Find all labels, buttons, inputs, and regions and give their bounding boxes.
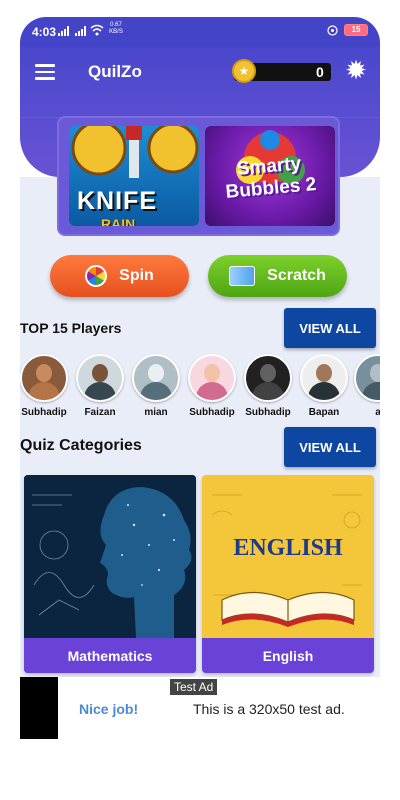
category-english[interactable]: ENGLISH English <box>202 475 374 673</box>
spin-button[interactable]: Spin <box>50 255 189 297</box>
player-name: mian <box>144 407 168 418</box>
status-time: 4:03 <box>32 25 57 39</box>
status-bar: 4:03 0.67 KB/S 15 <box>20 17 380 47</box>
signal-icon <box>58 25 86 36</box>
avatar <box>300 354 348 402</box>
wifi-icon <box>90 24 104 36</box>
player-name: Bapan <box>308 407 340 418</box>
english-art-text: ENGLISH <box>233 535 343 561</box>
category-label: English <box>202 638 374 673</box>
avatar <box>354 354 380 402</box>
ad-cta[interactable]: Nice job! <box>79 701 138 717</box>
avatar <box>20 354 68 402</box>
coin-value: 0 <box>316 64 324 80</box>
spin-label: Spin <box>119 267 154 284</box>
player-item[interactable]: a <box>350 354 380 418</box>
avatar <box>188 354 236 402</box>
player-name: Subhadip <box>21 407 67 418</box>
player-item[interactable]: Subhadip <box>184 354 240 418</box>
player-name: Subhadip <box>245 407 291 418</box>
category-label: Mathematics <box>24 638 196 673</box>
math-head-image <box>24 475 196 638</box>
app-title: QuilZo <box>88 62 142 81</box>
category-mathematics[interactable]: Mathematics <box>24 475 196 673</box>
avatar <box>132 354 180 402</box>
player-name: Subhadip <box>189 407 235 418</box>
coin-icon: ★ <box>232 59 256 83</box>
knife-subtitle: RAIN <box>101 216 136 226</box>
alarm-icon <box>327 24 338 36</box>
avatar <box>76 354 124 402</box>
player-name: Faizan <box>84 407 116 418</box>
player-item[interactable]: Subhadip <box>240 354 296 418</box>
top-players-title: TOP 15 Players <box>20 320 122 336</box>
ad-image <box>20 677 58 739</box>
battery-icon: 15 <box>344 24 368 36</box>
quiz-categories-title: Quiz Categories <box>20 437 142 454</box>
scratch-label: Scratch <box>267 267 326 284</box>
player-item[interactable]: mian <box>128 354 184 418</box>
view-all-categories-button[interactable]: VIEW ALL <box>284 427 376 467</box>
scratch-button[interactable]: Scratch <box>208 255 347 297</box>
ad-banner[interactable]: Test Ad Nice job! This is a 320x50 test … <box>20 677 380 739</box>
ad-text: This is a 320x50 test ad. <box>193 701 345 717</box>
player-item[interactable]: Faizan <box>72 354 128 418</box>
english-book-image: ENGLISH <box>202 475 374 638</box>
knife-title: KNIFE <box>77 187 157 215</box>
player-item[interactable]: Subhadip <box>20 354 72 418</box>
top-players-list: Subhadip Faizan mian Subhadip Subhadip B… <box>20 354 380 418</box>
games-banner: KNIFE RAIN Smarty Bubbles 2 <box>57 116 340 236</box>
daily-bonus-icon[interactable]: ✹ <box>342 56 370 84</box>
player-item[interactable]: Bapan <box>296 354 352 418</box>
player-name: a <box>375 407 380 418</box>
phone-screen: 4:03 0.67 KB/S 15 QuilZo ★ 0 ✹ KNIFE RAI… <box>20 17 380 777</box>
spin-wheel-icon <box>85 265 108 287</box>
game-smarty-bubbles[interactable]: Smarty Bubbles 2 <box>205 126 335 226</box>
test-ad-badge: Test Ad <box>170 679 218 695</box>
menu-icon[interactable] <box>35 64 55 84</box>
view-all-players-button[interactable]: VIEW ALL <box>284 308 376 348</box>
network-speed: 0.67 KB/S <box>109 22 123 35</box>
scratch-card-icon <box>229 266 256 286</box>
avatar <box>244 354 292 402</box>
game-knife-rain[interactable]: KNIFE RAIN <box>69 126 199 226</box>
